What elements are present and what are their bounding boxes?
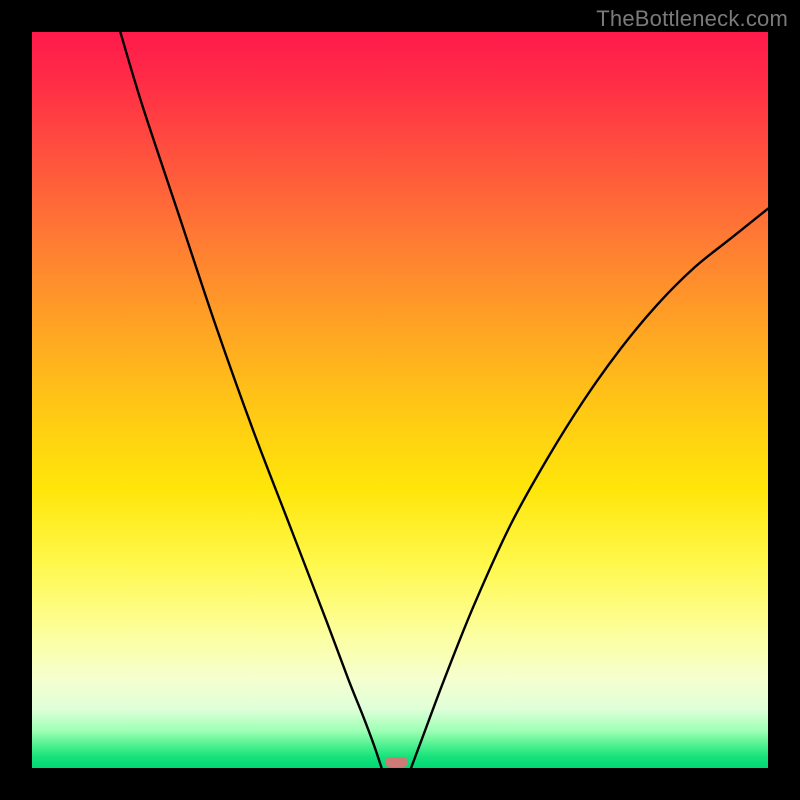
- bottleneck-curve: [32, 32, 768, 768]
- watermark-text: TheBottleneck.com: [596, 6, 788, 32]
- outer-frame: TheBottleneck.com: [0, 0, 800, 800]
- plot-area: [32, 32, 768, 768]
- optimum-marker: [385, 757, 409, 767]
